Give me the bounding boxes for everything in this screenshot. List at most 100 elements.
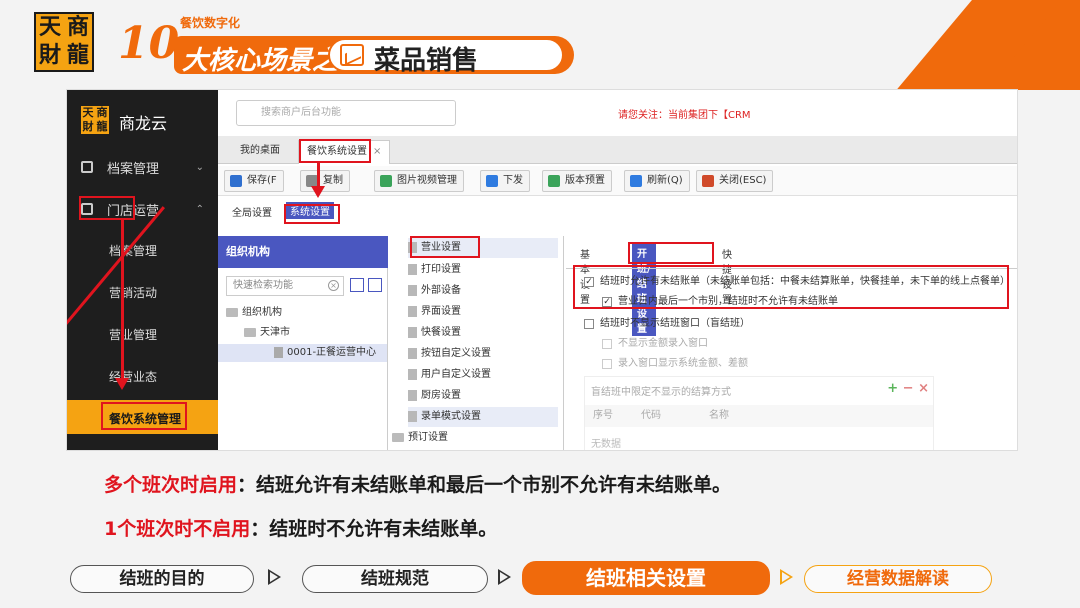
- button-label: 复制: [323, 175, 343, 186]
- exit-icon: [702, 175, 714, 187]
- tree-node-store[interactable]: 0001-正餐运营中心: [218, 344, 387, 362]
- menu-item-reservation[interactable]: 预订设置: [392, 428, 542, 448]
- close-icon[interactable]: ×: [373, 146, 381, 157]
- copy-button[interactable]: 复制: [300, 170, 350, 192]
- menu-item-print[interactable]: 打印设置: [408, 260, 558, 280]
- file-icon: [408, 347, 417, 359]
- button-label: 版本预置: [565, 175, 605, 186]
- step-data-analysis[interactable]: 经营数据解读: [804, 565, 992, 593]
- close-button[interactable]: 关闭(ESC): [696, 170, 774, 192]
- highlight-shift-tab: [628, 242, 714, 264]
- menu-label: 预订设置: [408, 432, 448, 443]
- search-input[interactable]: 搜索商户后台功能: [236, 100, 456, 126]
- folder-icon: [392, 432, 404, 442]
- option-hide-amount[interactable]: 不显示金额录入窗口: [602, 336, 708, 352]
- step-standard[interactable]: 结班规范: [302, 565, 488, 593]
- menu-item-kitchen[interactable]: 厨房设置: [408, 386, 558, 406]
- caption-text: ：结班时不允许有未结账单。: [250, 518, 498, 540]
- version-preset-button[interactable]: 版本预置: [542, 170, 612, 192]
- grid-header: 序号 代码 名称: [585, 405, 933, 427]
- sidebar-sub-marketing[interactable]: 营销活动: [109, 284, 157, 301]
- file-icon: [408, 326, 417, 338]
- checkbox[interactable]: [584, 319, 594, 329]
- slide-banner: 10 餐饮数字化 大核心场景之 菜品销售: [118, 14, 578, 76]
- header-decoration: [600, 0, 1080, 90]
- chart-icon: [340, 44, 364, 66]
- logo-char: 財: [82, 120, 94, 133]
- sidebar: 天 商 財 龍 商龙云 档案管理 ⌄ 门店运营 ⌃ 档案管理 营销活动 营业管理…: [67, 90, 218, 450]
- logo-char: 龍: [66, 43, 89, 68]
- add-icon[interactable]: +: [887, 381, 898, 396]
- menu-label: 外部设备: [421, 285, 461, 296]
- sidebar-sub-business[interactable]: 营业管理: [109, 326, 157, 343]
- step-arrow-icon: [498, 569, 511, 585]
- file-icon: [408, 389, 417, 401]
- menu-item-devices[interactable]: 外部设备: [408, 281, 558, 301]
- highlight-system-subtab: [284, 204, 340, 224]
- remove-icon[interactable]: −: [903, 381, 914, 396]
- step-arrow-icon: [780, 569, 793, 585]
- step-purpose[interactable]: 结班的目的: [70, 565, 254, 593]
- file-icon: [408, 263, 417, 275]
- caption-label: 1个班次时不启用: [104, 518, 251, 540]
- distribute-button[interactable]: 下发: [480, 170, 530, 192]
- menu-label: 快餐设置: [421, 327, 461, 338]
- menu-label: 打印设置: [421, 264, 461, 275]
- sidebar-item-label: 档案管理: [107, 161, 160, 177]
- menu-item-ui[interactable]: 界面设置: [408, 302, 558, 322]
- banner-subtitle: 餐饮数字化: [180, 16, 241, 30]
- sidebar-item-archive[interactable]: 档案管理 ⌄: [67, 146, 218, 188]
- download-icon: [486, 175, 498, 187]
- caption-label: 多个班次时启用: [104, 474, 238, 496]
- media-manage-button[interactable]: 图片视频管理: [374, 170, 464, 192]
- option-label: 不显示金额录入窗口: [618, 338, 708, 349]
- menu-item-button-custom[interactable]: 按钮自定义设置: [408, 344, 558, 364]
- subtab-global[interactable]: 全局设置: [232, 204, 272, 219]
- menu-item-fastfood[interactable]: 快餐设置: [408, 323, 558, 343]
- file-icon: [408, 368, 417, 380]
- tree-label: 组织机构: [242, 307, 282, 318]
- menu-item-order-mode[interactable]: 录单模式设置: [408, 407, 558, 427]
- tab-label: 我的桌面: [240, 145, 280, 156]
- menu-label: 界面设置: [421, 306, 461, 317]
- menu-label: 录单模式设置: [421, 411, 481, 422]
- step-arrow-icon: [268, 569, 281, 585]
- step-settings[interactable]: 结班相关设置: [522, 561, 770, 595]
- tree-node-org[interactable]: 组织机构: [226, 304, 282, 322]
- folder-icon: [226, 307, 238, 317]
- save-button[interactable]: 保存(F: [224, 170, 284, 192]
- button-label: 下发: [503, 175, 523, 186]
- menu-label: 按钮自定义设置: [421, 348, 491, 359]
- tab-desktop[interactable]: 我的桌面: [232, 140, 288, 164]
- tree-node-city[interactable]: 天津市: [244, 324, 290, 342]
- button-label: 图片视频管理: [397, 175, 457, 186]
- list-icon[interactable]: [368, 278, 382, 292]
- menu-label: 用户自定义设置: [421, 369, 491, 380]
- file-icon: [408, 284, 417, 296]
- archive-icon: [81, 161, 93, 173]
- menu-item-user-custom[interactable]: 用户自定义设置: [408, 365, 558, 385]
- image-icon: [380, 175, 392, 187]
- grid-actions: + − ×: [887, 381, 929, 396]
- refresh-button[interactable]: 刷新(Q): [624, 170, 690, 192]
- grid-col: 序号: [593, 410, 613, 421]
- highlight-system-mgmt: [101, 402, 187, 430]
- arrow-head: [115, 378, 129, 390]
- highlight-settings-tab: [299, 139, 371, 163]
- caption-line-1: 多个班次时启用：结班允许有未结账单和最后一个市别不允许有未结账单。: [104, 470, 731, 497]
- expand-icon[interactable]: [350, 278, 364, 292]
- option-blind-close[interactable]: 结班时不显示结班窗口（盲结班）: [584, 316, 750, 332]
- org-search-placeholder: 快速检索功能: [233, 280, 293, 291]
- option-show-system-amount[interactable]: 录入窗口显示系统金额、差额: [602, 356, 748, 372]
- chevron-up-icon: ⌃: [195, 203, 204, 215]
- caption-text: ：结班允许有未结账单和最后一个市别不允许有未结账单。: [237, 474, 732, 496]
- grid-title: 盲结班中限定不显示的结算方式: [591, 387, 731, 398]
- delete-icon[interactable]: ×: [918, 381, 929, 396]
- menu-label: 厨房设置: [421, 390, 461, 401]
- checkbox[interactable]: [602, 339, 612, 349]
- checkbox[interactable]: [602, 359, 612, 369]
- button-label: 保存(F: [247, 175, 277, 186]
- brand-logo: 天 商 財 龍: [34, 12, 94, 72]
- clear-icon[interactable]: ×: [328, 280, 339, 291]
- org-search-input[interactable]: 快速检索功能 ×: [226, 276, 344, 296]
